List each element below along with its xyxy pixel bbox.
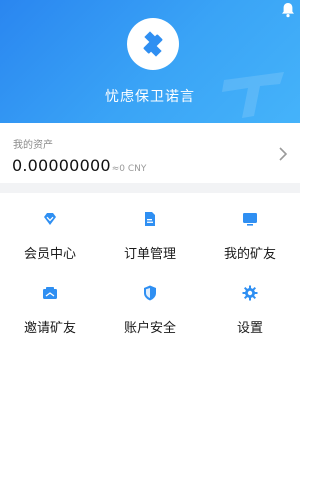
menu-item-label: 会员中心 xyxy=(23,247,76,262)
chevron-right-icon[interactable] xyxy=(278,147,288,161)
logo-icon xyxy=(143,31,163,57)
invite-card-icon xyxy=(43,287,57,299)
monitor-icon xyxy=(243,213,257,226)
menu-item-order-management[interactable]: 订单管理 xyxy=(100,193,200,267)
shield-icon xyxy=(144,285,156,301)
menu-item-member-center[interactable]: 会员中心 xyxy=(0,193,100,267)
diamond-icon xyxy=(44,213,56,225)
menu-item-label: 设置 xyxy=(236,321,263,336)
menu-item-label: 邀请矿友 xyxy=(23,321,76,336)
assets-row[interactable]: 我的资产 0.00000000 ≈0 CNY xyxy=(0,123,300,183)
assets-cny-value: ≈0 CNY xyxy=(111,164,147,174)
profile-header: 忧虑保卫诺言 xyxy=(0,0,300,123)
document-icon xyxy=(145,212,155,226)
menu-item-label: 账户安全 xyxy=(123,321,176,336)
menu-item-account-security[interactable]: 账户安全 xyxy=(100,267,200,341)
menu-item-my-miners[interactable]: 我的矿友 xyxy=(200,193,300,267)
assets-label: 我的资产 xyxy=(13,140,53,151)
menu-item-label: 订单管理 xyxy=(123,247,176,262)
assets-amount: 0.00000000 xyxy=(12,156,111,175)
brand-name: 忧虑保卫诺言 xyxy=(105,89,195,105)
menu-item-label: 我的矿友 xyxy=(223,247,276,262)
gear-icon xyxy=(242,285,258,301)
menu-item-settings[interactable]: 设置 xyxy=(200,267,300,341)
menu-item-invite-miners[interactable]: 邀请矿友 xyxy=(0,267,100,341)
bell-icon[interactable] xyxy=(281,2,295,18)
section-divider xyxy=(0,183,300,193)
app-logo xyxy=(127,18,179,70)
assets-amount-row: 0.00000000 ≈0 CNY xyxy=(12,156,146,175)
